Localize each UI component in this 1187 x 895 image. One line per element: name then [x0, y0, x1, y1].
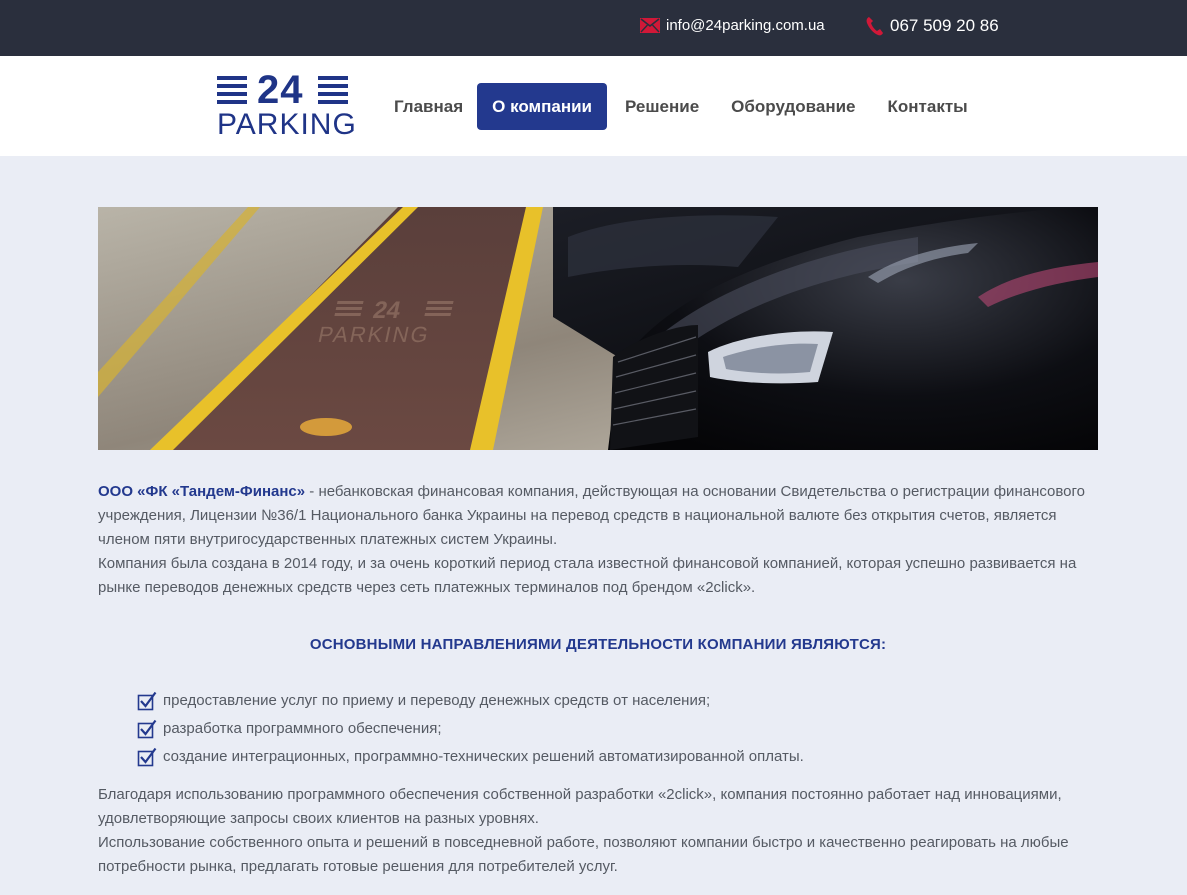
- nav-item-equipment[interactable]: Оборудование: [717, 83, 869, 130]
- nav-item-contacts[interactable]: Контакты: [874, 83, 982, 130]
- email-text: info@24parking.com.ua: [666, 17, 825, 34]
- nav-item-home[interactable]: Главная: [380, 83, 477, 130]
- company-name: ООО «ФК «Тандем-Финанс»: [98, 483, 306, 500]
- outro-paragraph-2: Использование собственного опыта и решен…: [98, 834, 1069, 875]
- outro-paragraph-1: Благодаря использованию программного обе…: [98, 786, 1062, 827]
- envelope-icon: [640, 18, 660, 33]
- list-item: создание интеграционных, программно-техн…: [137, 743, 1098, 771]
- logo-bars-left: [217, 76, 247, 108]
- activities-heading: ОСНОВНЫМИ НАПРАВЛЕНИЯМИ ДЕЯТЕЛЬНОСТИ КОМ…: [309, 636, 887, 653]
- nav-item-about[interactable]: О компании: [477, 83, 607, 130]
- checkbox-checked-icon: [137, 691, 157, 711]
- list-item: разработка программного обеспечения;: [137, 715, 1098, 743]
- activities-list: предоставление услуг по приему и перевод…: [137, 687, 1098, 771]
- floor-logo-word: PARKING: [316, 322, 433, 347]
- phone-icon: [866, 17, 883, 36]
- intro-paragraph: ООО «ФК «Тандем-Финанс» - небанковская ф…: [98, 480, 1098, 552]
- list-item-text: создание интеграционных, программно-техн…: [163, 748, 804, 765]
- about-content: ООО «ФК «Тандем-Финанс» - небанковская ф…: [98, 480, 1098, 879]
- logo-word: PARKING: [217, 108, 357, 141]
- phone-text: 067 509 20 86: [890, 16, 999, 35]
- checkbox-checked-icon: [137, 747, 157, 767]
- site-logo[interactable]: 24 PARKING: [217, 68, 356, 140]
- logo-bars-right: [318, 76, 348, 108]
- main-nav: Главная О компании Решение Оборудование …: [380, 83, 986, 130]
- list-item-text: предоставление услуг по приему и перевод…: [163, 692, 711, 709]
- hero-image: 24 PARKING: [98, 207, 1098, 450]
- intro-paragraph-2: Компания была создана в 2014 году, и за …: [98, 555, 1077, 596]
- logo-number: 24: [257, 68, 304, 112]
- parking-photo: 24 PARKING: [98, 207, 1098, 450]
- list-item-text: разработка программного обеспечения;: [163, 720, 442, 737]
- email-link[interactable]: info@24parking.com.ua: [640, 17, 825, 34]
- phone-link[interactable]: 067 509 20 86: [866, 16, 999, 36]
- site-header: 24 PARKING Главная О компании Решение Об…: [0, 56, 1187, 156]
- checkbox-checked-icon: [137, 719, 157, 739]
- top-bar: info@24parking.com.ua 067 509 20 86: [0, 0, 1187, 56]
- list-item: предоставление услуг по приему и перевод…: [137, 687, 1098, 715]
- nav-item-solution[interactable]: Решение: [611, 83, 713, 130]
